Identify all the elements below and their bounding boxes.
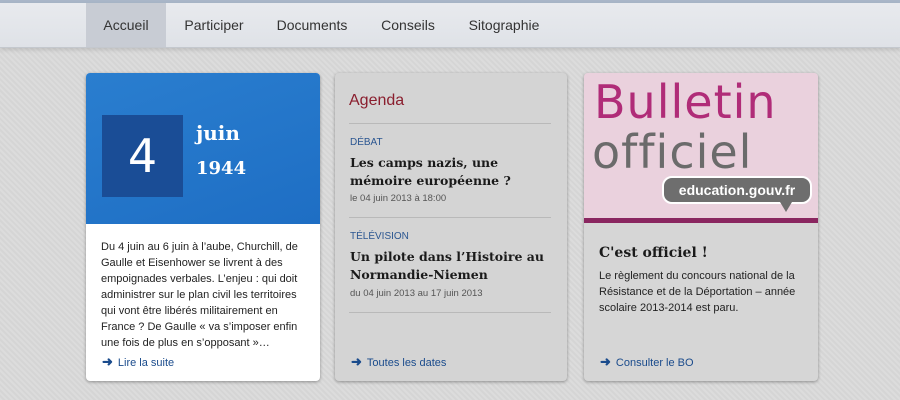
event-type: TÉLÉVISION [350,231,409,242]
event-title-link[interactable]: Un pilote dans l’Histoire au Normandie-N… [350,248,555,284]
event-date: du 04 juin 2013 au 17 juin 2013 [350,288,483,299]
consult-bo-link[interactable]: ➜ Consulter le BO [600,354,694,370]
divider [349,123,551,124]
event-summary: Du 4 juin au 6 juin à l’aube, Churchill,… [101,241,298,349]
event-type: DÉBAT [350,137,383,148]
logo-site-bubble: education.gouv.fr [662,176,812,204]
nav-item-sitographie[interactable]: Sitographie [462,3,546,47]
date-month: juin [196,121,240,145]
bo-card: Bulletin officiel education.gouv.fr C'es… [584,73,818,381]
date-banner: 4 juin 1944 [86,73,320,224]
speech-bubble-tail [780,202,792,212]
divider [349,217,551,218]
bo-heading: C'est officiel ! [599,245,708,261]
all-dates-link[interactable]: ➜ Toutes les dates [351,354,446,370]
nav-item-accueil[interactable]: Accueil [86,3,166,47]
nav-item-documents[interactable]: Documents [270,3,354,47]
event-title-link[interactable]: Les camps nazis, une mémoire européenne … [350,154,555,190]
bo-text: Le règlement du concours national de la … [599,270,796,314]
logo-word-bulletin: Bulletin [594,75,777,129]
logo-underline [584,218,818,223]
logo-word-officiel: officiel [592,125,753,179]
consult-bo-label: Consulter le BO [615,357,694,369]
event-card: 4 juin 1944 Du 4 juin au 6 juin à l’aube… [86,73,320,381]
nav-item-participer[interactable]: Participer [170,3,258,47]
arrow-right-icon: ➜ [600,354,611,369]
divider [349,312,551,313]
event-date: le 04 juin 2013 à 18:00 [350,193,447,204]
bulletin-officiel-logo[interactable]: Bulletin officiel education.gouv.fr [584,73,818,218]
agenda-title: Agenda [349,92,405,109]
date-day: 4 [102,115,183,197]
agenda-card: Agenda DÉBAT Les camps nazis, une mémoir… [335,73,567,381]
arrow-right-icon: ➜ [102,354,113,369]
read-more-link[interactable]: ➜ Lire la suite [102,354,174,370]
read-more-label: Lire la suite [117,357,175,369]
arrow-right-icon: ➜ [351,354,362,369]
all-dates-label: Toutes les dates [366,357,447,369]
nav-item-conseils[interactable]: Conseils [372,3,444,47]
main-nav: Accueil Participer Documents Conseils Si… [0,3,900,48]
date-year: 1944 [196,158,247,179]
